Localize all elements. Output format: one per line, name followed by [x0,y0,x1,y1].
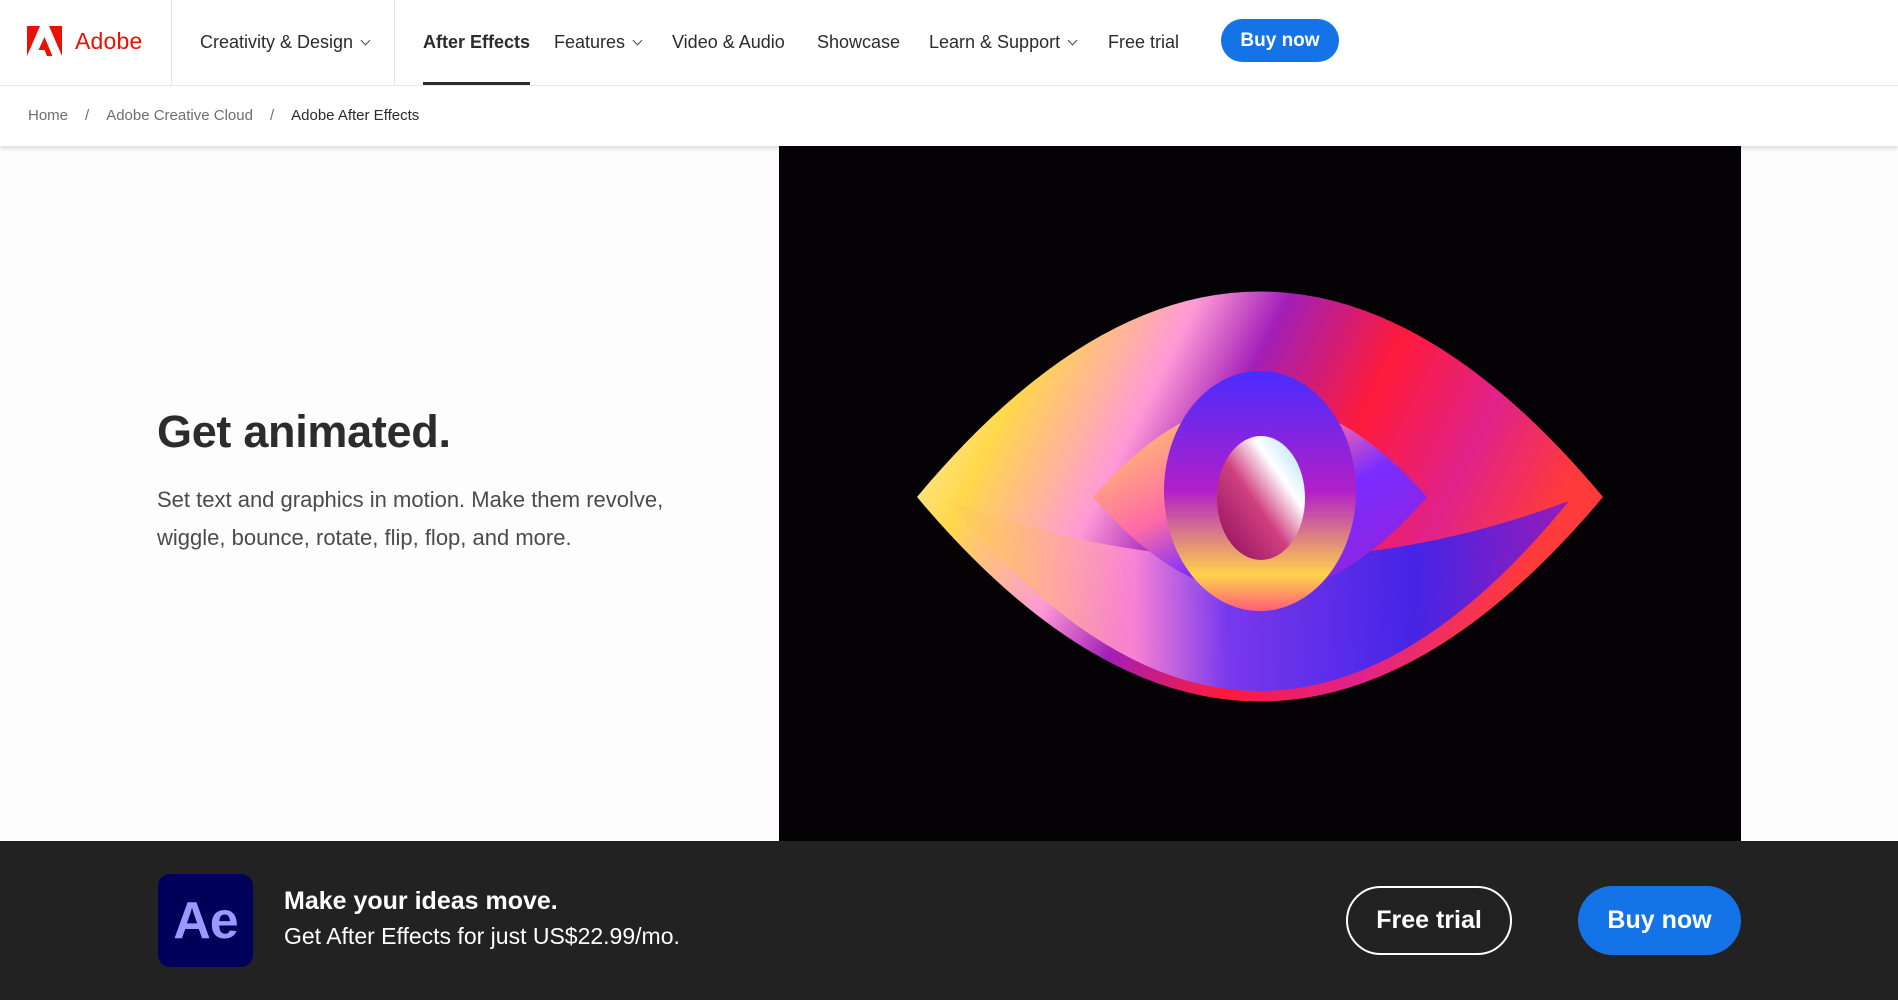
hero-text: Get animated. Set text and graphics in m… [157,405,717,557]
nav-video-audio[interactable]: Video & Audio [672,0,785,85]
chevron-down-icon [632,35,643,45]
banner-price-text: Get After Effects for just US$22.99/mo. [284,923,680,949]
after-effects-app-icon: Ae [158,874,253,967]
brand-name: Adobe [75,27,143,54]
breadcrumb-home[interactable]: Home [28,107,68,124]
breadcrumb-current: Adobe After Effects [291,107,420,124]
eye-pupil [1217,436,1305,560]
nav-label: Showcase [817,32,901,52]
breadcrumb-separator: / [269,107,275,124]
banner-buy-now-button[interactable]: Buy now [1578,886,1741,955]
sticky-purchase-banner: Ae Make your ideas move. Get After Effec… [0,841,1898,1000]
hero-video[interactable] [779,146,1741,841]
nav-label: Creativity & Design [200,32,354,52]
breadcrumb-creative-cloud[interactable]: Adobe Creative Cloud [106,107,253,124]
breadcrumb: Home / Adobe Creative Cloud / Adobe Afte… [28,107,419,124]
banner-title: Make your ideas move. [284,887,558,915]
nav-after-effects[interactable]: After Effects [423,0,531,85]
nav-label: Free trial [1108,32,1180,52]
nav-creativity-design[interactable]: Creativity & Design [200,0,371,85]
hero-title: Get animated. [157,406,451,457]
nav-label: Features [554,32,626,52]
nav-label: Learn & Support [929,32,1061,52]
chevron-down-icon [360,35,371,45]
nav-divider [171,0,172,85]
nav-free-trial[interactable]: Free trial [1108,0,1179,85]
nav-learn-support[interactable]: Learn & Support [929,0,1078,85]
eye-animation-image [917,291,1603,702]
breadcrumb-bar: Home / Adobe Creative Cloud / Adobe Afte… [0,86,1898,146]
hero-description: Set text and graphics in motion. Make th… [157,487,664,550]
adobe-logo-icon [27,26,62,56]
buy-now-button[interactable]: Buy now [1221,19,1339,62]
nav-showcase[interactable]: Showcase [817,0,900,85]
nav-features[interactable]: Features [554,0,643,85]
chevron-down-icon [1067,35,1078,45]
breadcrumb-separator: / [85,107,90,124]
adobe-logo-link[interactable]: Adobe [27,26,143,56]
nav-label: Video & Audio [672,32,785,52]
nav-divider [394,0,395,85]
global-nav: Adobe Creativity & Design After Effects … [0,0,1898,86]
nav-label: After Effects [423,32,531,52]
free-trial-button[interactable]: Free trial [1346,886,1512,955]
